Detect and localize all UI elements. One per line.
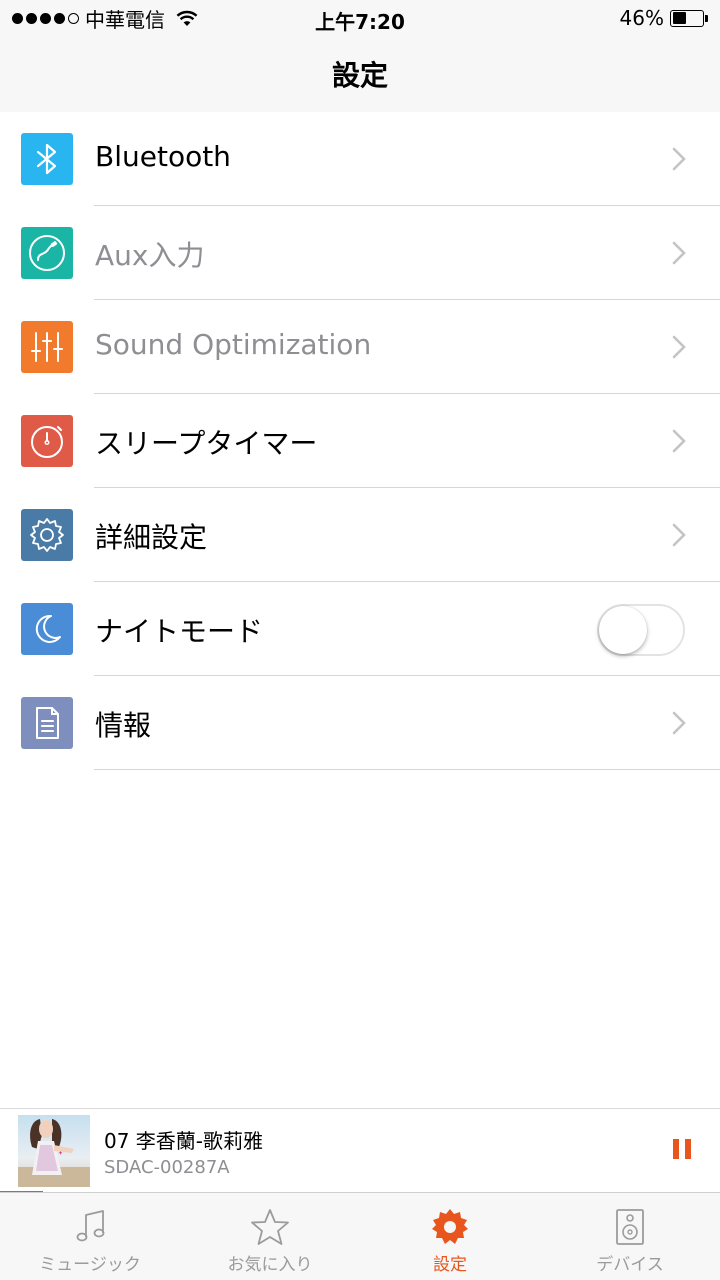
album-art[interactable]: ✦ xyxy=(18,1115,90,1187)
gear-icon xyxy=(432,1209,468,1244)
toggle-knob xyxy=(599,606,647,654)
track-title: 07 李香蘭-歌莉雅 xyxy=(104,1129,264,1153)
status-right: 46% xyxy=(620,6,708,30)
timer-icon xyxy=(21,415,73,467)
settings-row-aux-input[interactable]: Aux入力 xyxy=(0,206,720,300)
night-mode-toggle[interactable] xyxy=(597,604,685,656)
chevron-right-icon xyxy=(672,147,686,171)
settings-row-night-mode: ナイトモード xyxy=(0,582,720,676)
status-time: 上午7:20 xyxy=(315,10,405,34)
settings-row-sound-optimization[interactable]: Sound Optimization xyxy=(0,300,720,394)
bluetooth-icon xyxy=(21,133,73,185)
tab-label: デバイス xyxy=(596,1255,664,1275)
chevron-right-icon xyxy=(672,429,686,453)
tab-settings[interactable]: 設定 xyxy=(360,1193,540,1280)
settings-row-advanced[interactable]: 詳細設定 xyxy=(0,488,720,582)
document-icon xyxy=(21,697,73,749)
tab-label: 設定 xyxy=(433,1255,467,1275)
pause-button[interactable] xyxy=(670,1139,694,1163)
battery-icon xyxy=(670,9,708,27)
svg-text:✦: ✦ xyxy=(58,1150,63,1157)
settings-row-label: ナイトモード xyxy=(95,615,264,648)
chevron-right-icon xyxy=(672,711,686,735)
chevron-right-icon xyxy=(672,335,686,359)
speaker-icon xyxy=(616,1209,644,1245)
tab-bar: ミュージック お気に入り 設定 デバイス xyxy=(0,1192,720,1280)
tab-music[interactable]: ミュージック xyxy=(0,1193,180,1280)
chevron-right-icon xyxy=(672,241,686,265)
equalizer-icon xyxy=(21,321,73,373)
settings-row-label: Bluetooth xyxy=(95,140,231,173)
aux-input-icon xyxy=(21,227,73,279)
settings-row-label: Aux入力 xyxy=(95,239,205,272)
now-playing-bar[interactable]: ✦ 07 李香蘭-歌莉雅 SDAC-00287A xyxy=(0,1108,720,1193)
navigation-bar: 設定 xyxy=(0,36,720,112)
settings-row-label: Sound Optimization xyxy=(95,328,372,361)
tab-favorites[interactable]: お気に入り xyxy=(180,1193,360,1280)
star-icon xyxy=(251,1209,289,1245)
track-subtitle: SDAC-00287A xyxy=(104,1157,230,1178)
page-title: 設定 xyxy=(331,59,388,92)
settings-row-label: スリープタイマー xyxy=(95,427,318,460)
tab-devices[interactable]: デバイス xyxy=(540,1193,720,1280)
pause-icon xyxy=(673,1139,679,1159)
tab-label: お気に入り xyxy=(227,1255,313,1275)
settings-row-info[interactable]: 情報 xyxy=(0,676,720,770)
chevron-right-icon xyxy=(672,523,686,547)
settings-row-label: 詳細設定 xyxy=(95,521,208,554)
moon-icon xyxy=(21,603,73,655)
music-note-icon xyxy=(76,1210,105,1242)
settings-row-bluetooth[interactable]: Bluetooth xyxy=(0,112,720,206)
tab-label: ミュージック xyxy=(39,1255,141,1275)
settings-row-sleep-timer[interactable]: スリープタイマー xyxy=(0,394,720,488)
settings-list: Bluetooth Aux入力 Sound Optimization スリープタ… xyxy=(0,112,720,770)
battery-percent: 46% xyxy=(619,6,664,30)
settings-row-label: 情報 xyxy=(95,709,152,742)
status-bar: 中華電信 上午7:20 46% xyxy=(0,0,720,36)
gear-icon xyxy=(21,509,73,561)
divider xyxy=(94,769,720,770)
